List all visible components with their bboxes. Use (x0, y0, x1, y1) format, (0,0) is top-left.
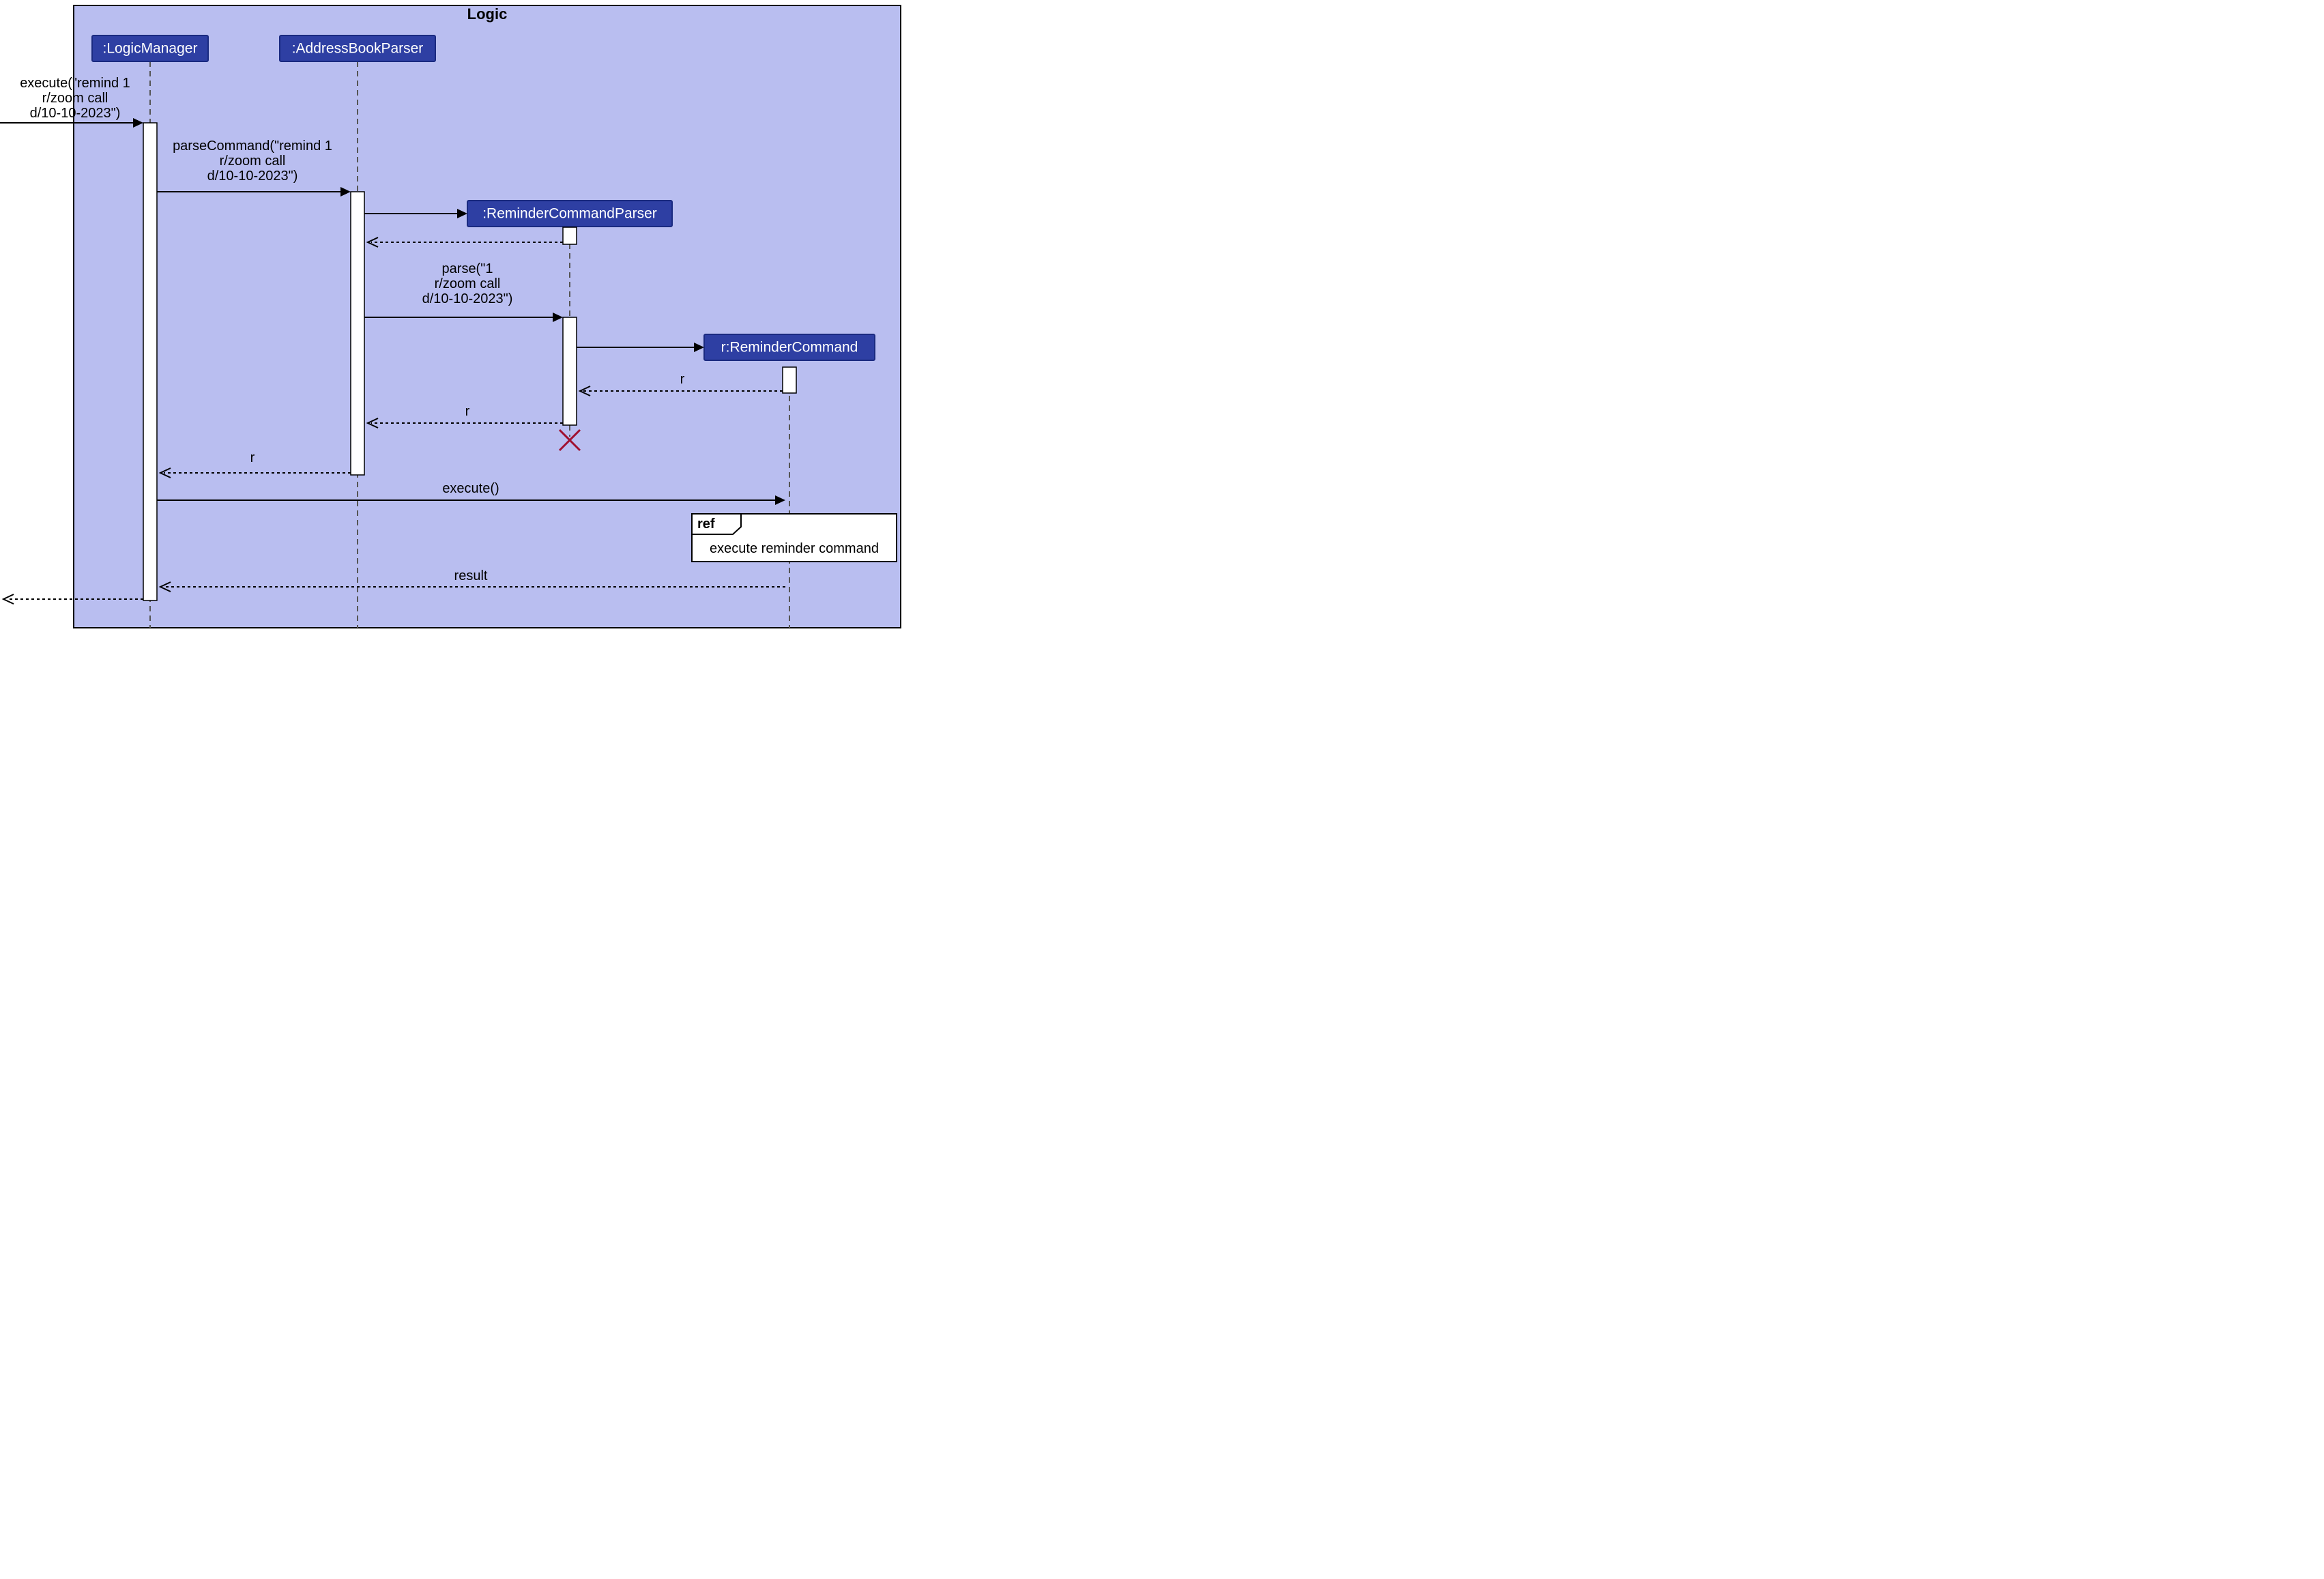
activation-addressbookparser (351, 192, 364, 475)
ref-text: execute reminder command (710, 541, 879, 556)
msg-parse-line3: d/10-10-2023") (422, 291, 513, 306)
msg-return-r3: r (250, 450, 255, 465)
participant-remindercommand-label: r:ReminderCommand (721, 340, 858, 356)
msg-result: result (454, 568, 488, 583)
msg-parsecommand-line2: r/zoom call (220, 154, 286, 169)
activation-remindercommandparser-2 (563, 317, 577, 425)
participant-addressbookparser-label: :AddressBookParser (292, 41, 424, 57)
activation-remindercommandparser-1 (563, 227, 577, 244)
activation-remindercommand-1 (783, 367, 796, 393)
activation-logicmanager (143, 123, 157, 600)
participant-remindercommandparser-label: :ReminderCommandParser (482, 206, 657, 222)
msg-execute-line1: execute("remind 1 (20, 76, 130, 91)
msg-execute-line3: d/10-10-2023") (30, 106, 121, 121)
msg-parse-line1: parse("1 (442, 261, 493, 276)
msg-return-r1: r (680, 372, 685, 387)
msg-execute2: execute() (442, 481, 499, 496)
ref-label: ref (697, 517, 715, 532)
participant-logicmanager-label: :LogicManager (103, 41, 198, 57)
msg-parsecommand-line1: parseCommand("remind 1 (173, 139, 332, 154)
sequence-diagram: Logic :LogicManager :AddressBookParser :… (0, 0, 907, 635)
msg-execute-line2: r/zoom call (42, 91, 108, 106)
msg-return-r2: r (465, 404, 470, 419)
msg-parse-line2: r/zoom call (435, 276, 501, 291)
frame-title: Logic (467, 5, 508, 23)
msg-parsecommand-line3: d/10-10-2023") (207, 169, 298, 184)
